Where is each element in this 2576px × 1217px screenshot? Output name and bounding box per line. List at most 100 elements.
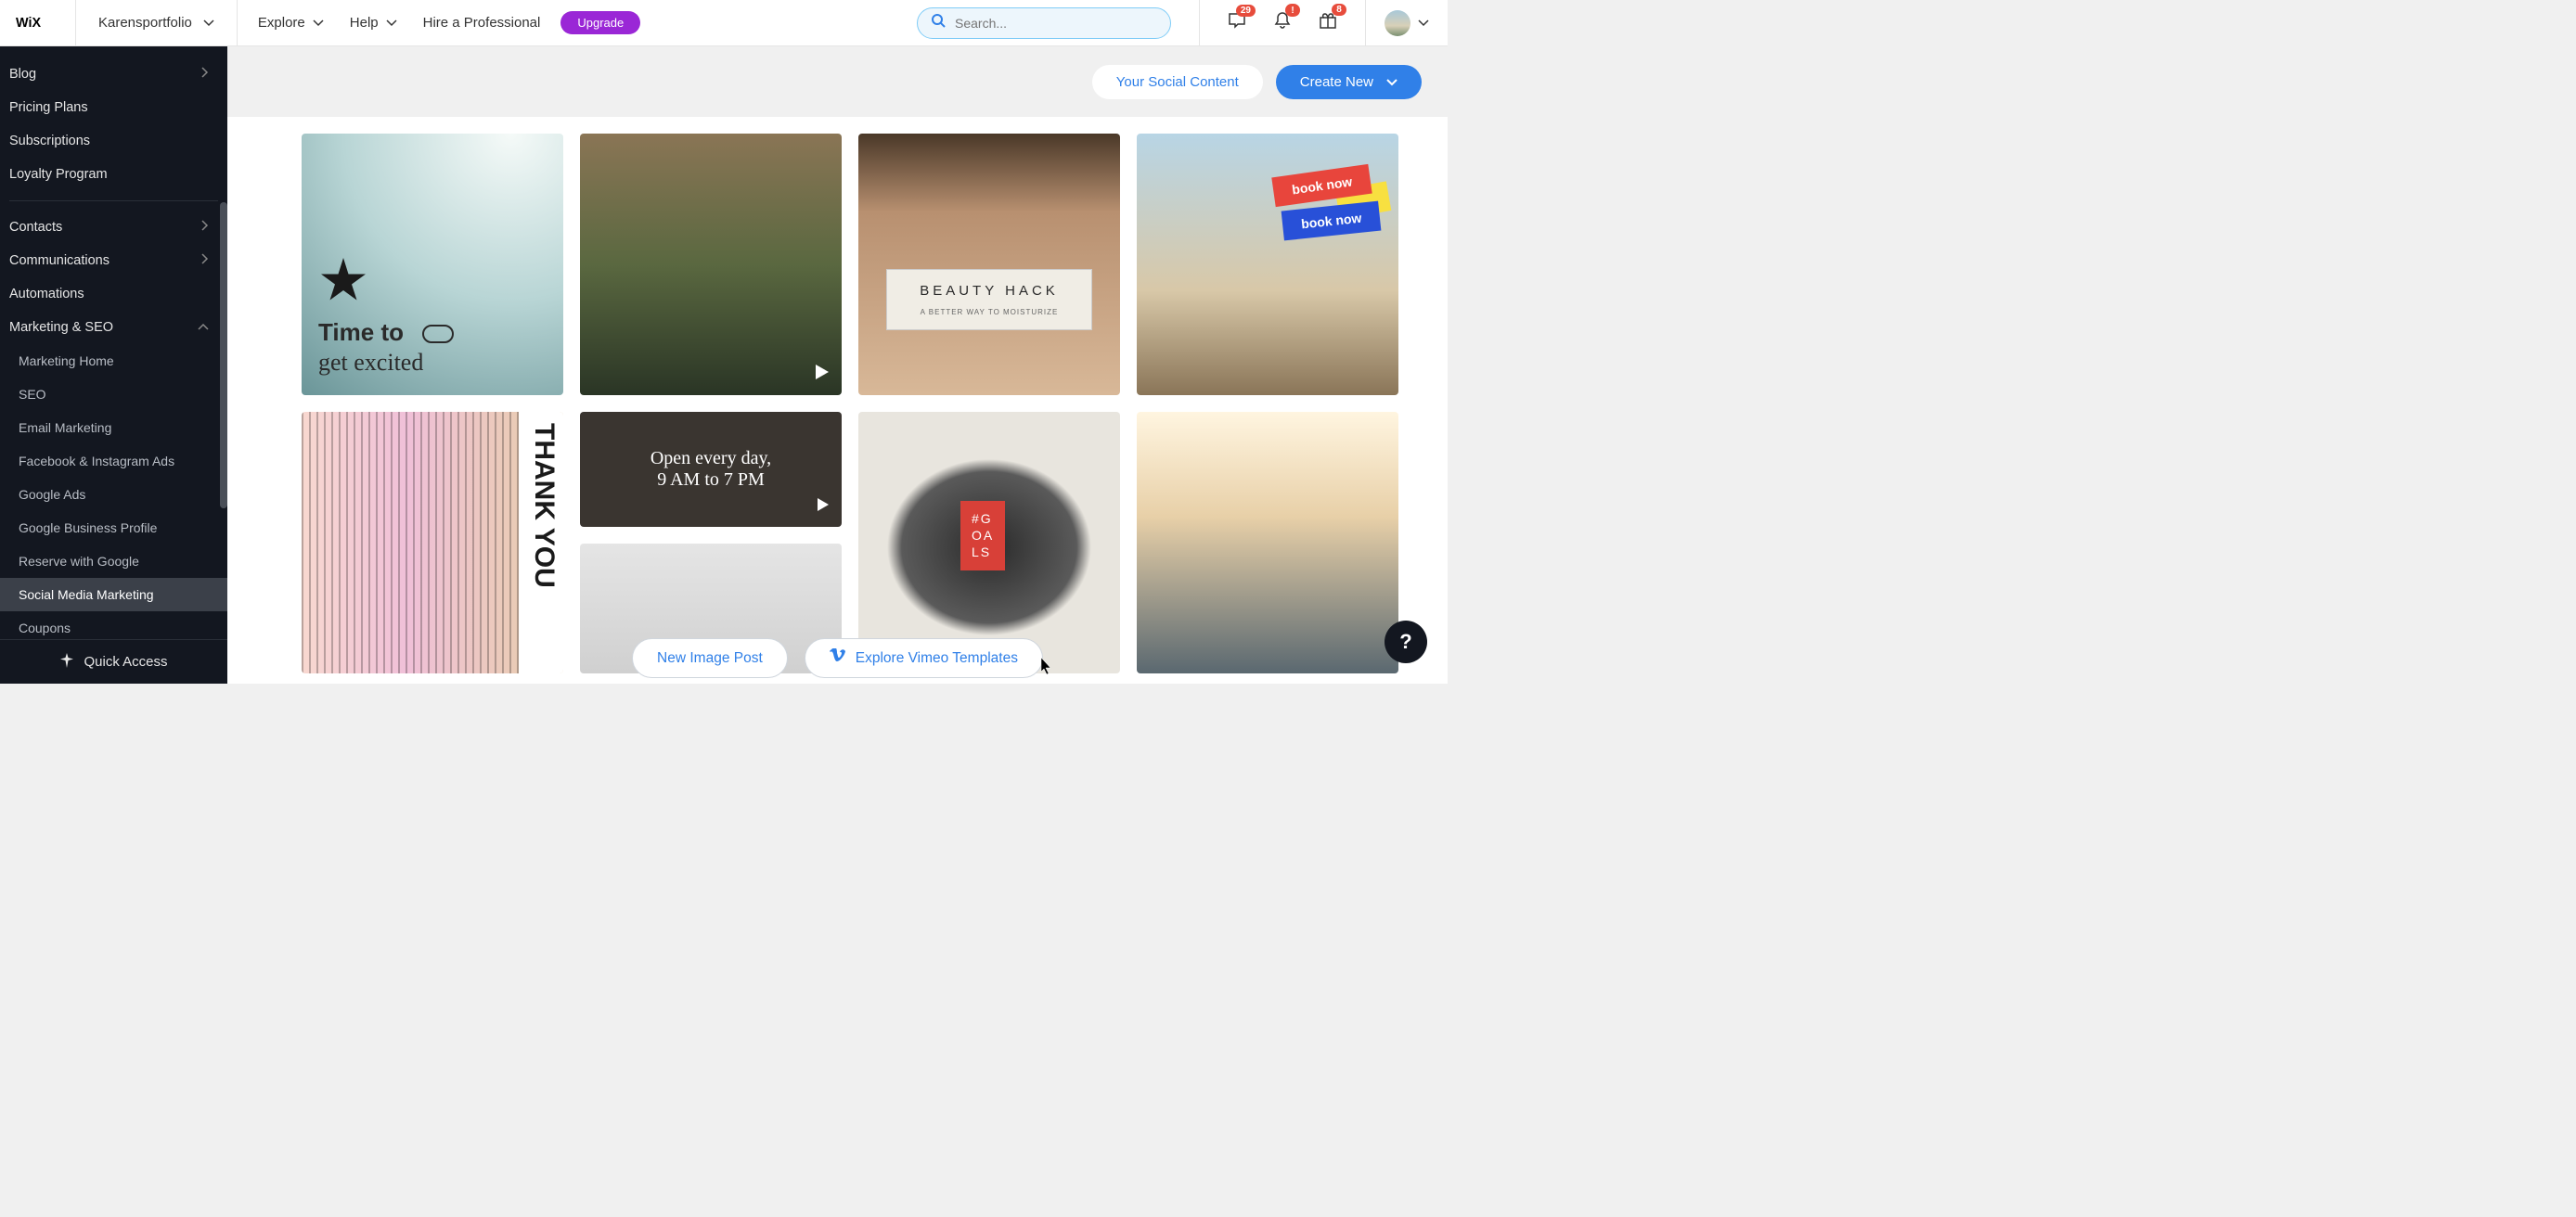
explore-vimeo-button[interactable]: Explore Vimeo Templates	[805, 638, 1043, 678]
sidebar-label: Blog	[9, 67, 36, 82]
top-menu: Explore Help Hire a Professional	[238, 15, 540, 31]
template-tile[interactable]: book now book now	[1137, 134, 1398, 395]
template-tile[interactable]: BEAUTY HACK A BETTER WAY TO MOISTURIZE	[858, 134, 1120, 395]
chevron-right-icon	[201, 253, 209, 268]
sidebar-item-blog[interactable]: Blog	[0, 58, 227, 91]
create-new-label: Create New	[1300, 74, 1373, 90]
bell-icon[interactable]: !	[1274, 11, 1291, 34]
sidebar-label: Loyalty Program	[9, 167, 108, 182]
chevron-right-icon	[201, 220, 209, 235]
chevron-down-icon	[203, 19, 214, 27]
search-input[interactable]	[955, 16, 1157, 31]
sidebar-item-pricing[interactable]: Pricing Plans	[0, 91, 227, 124]
tile-text: Open every day,	[650, 448, 771, 469]
tile-banner: BEAUTY HACK A BETTER WAY TO MOISTURIZE	[886, 269, 1092, 330]
bell-badge: !	[1285, 4, 1300, 17]
sidebar-label: Subscriptions	[9, 134, 90, 148]
template-tile[interactable]	[1137, 412, 1398, 673]
quick-access-label: Quick Access	[84, 654, 167, 670]
account-menu[interactable]	[1366, 10, 1448, 36]
wix-logo[interactable]: WiX	[0, 0, 76, 46]
inbox-icon[interactable]: 29	[1228, 12, 1246, 33]
hire-label: Hire a Professional	[423, 15, 541, 31]
inbox-badge: 29	[1236, 5, 1256, 17]
play-icon	[818, 498, 829, 516]
sidebar-sub-gbp[interactable]: Google Business Profile	[0, 511, 227, 544]
template-grid-area: Time to get excited BEAUTY HACK A BETTER…	[227, 117, 1448, 684]
sidebar-item-contacts[interactable]: Contacts	[0, 211, 227, 244]
site-selector[interactable]: Karensportfolio	[76, 0, 238, 46]
new-image-post-button[interactable]: New Image Post	[632, 638, 788, 678]
sidebar-item-loyalty[interactable]: Loyalty Program	[0, 158, 227, 191]
sidebar-sub-coupons[interactable]: Coupons	[0, 611, 227, 639]
help-label: Help	[350, 15, 379, 31]
arrow-icon	[422, 325, 454, 343]
play-icon	[816, 365, 829, 384]
tile-text: 9 AM to 7 PM	[657, 469, 765, 491]
template-tile[interactable]: THANK YOU	[302, 412, 563, 673]
chevron-down-icon	[1418, 19, 1429, 27]
template-grid: Time to get excited BEAUTY HACK A BETTER…	[302, 134, 1392, 673]
tile-text: THANK YOU	[519, 412, 563, 673]
divider	[9, 200, 218, 201]
avatar	[1385, 10, 1410, 36]
create-new-button[interactable]: Create New	[1276, 65, 1422, 99]
chevron-down-icon	[313, 19, 324, 27]
sidebar-sub-reserve[interactable]: Reserve with Google	[0, 544, 227, 578]
explore-label: Explore	[258, 15, 305, 31]
your-social-content-button[interactable]: Your Social Content	[1092, 65, 1263, 99]
quick-access-button[interactable]: Quick Access	[0, 639, 227, 684]
template-tile[interactable]: #G OA LS	[858, 412, 1120, 673]
main-content: Your Social Content Create New Time to g…	[227, 46, 1448, 684]
template-tile[interactable]: Time to get excited	[302, 134, 563, 395]
top-notifications: 29 ! 8	[1199, 0, 1366, 46]
sidebar-item-marketing-seo[interactable]: Marketing & SEO	[0, 311, 227, 344]
sidebar: Blog Pricing Plans Subscriptions Loyalty…	[0, 46, 227, 684]
template-tile[interactable]	[580, 134, 842, 395]
site-name: Karensportfolio	[98, 15, 192, 31]
sidebar-item-automations[interactable]: Automations	[0, 277, 227, 311]
search-icon	[931, 13, 946, 32]
svg-text:WiX: WiX	[16, 16, 41, 29]
tile-text: Time to	[318, 318, 404, 347]
template-tile-stack: Open every day, 9 AM to 7 PM	[580, 412, 842, 673]
action-bar: Your Social Content Create New	[227, 46, 1448, 117]
upgrade-button[interactable]: Upgrade	[560, 11, 640, 34]
explore-menu[interactable]: Explore	[258, 15, 324, 31]
starburst-icon	[320, 258, 367, 304]
tile-banner-title: BEAUTY HACK	[896, 283, 1082, 299]
search-box[interactable]	[917, 7, 1171, 39]
help-menu[interactable]: Help	[350, 15, 397, 31]
sidebar-sub-marketing-home[interactable]: Marketing Home	[0, 344, 227, 378]
chevron-down-icon	[386, 19, 397, 27]
gift-badge: 8	[1332, 4, 1346, 16]
explore-vimeo-label: Explore Vimeo Templates	[856, 650, 1018, 667]
sidebar-item-subscriptions[interactable]: Subscriptions	[0, 124, 227, 158]
tile-text: #G OA LS	[960, 501, 1005, 570]
sidebar-label: Pricing Plans	[9, 100, 88, 115]
top-bar: WiX Karensportfolio Explore Help Hire a …	[0, 0, 1448, 46]
sidebar-label: Marketing & SEO	[9, 320, 113, 335]
sparkle-icon	[59, 653, 74, 672]
sidebar-sub-social[interactable]: Social Media Marketing	[0, 578, 227, 611]
gift-icon[interactable]: 8	[1319, 11, 1337, 34]
chevron-right-icon	[201, 67, 209, 82]
sidebar-sub-google-ads[interactable]: Google Ads	[0, 478, 227, 511]
help-fab[interactable]: ?	[1385, 621, 1427, 663]
sidebar-item-communications[interactable]: Communications	[0, 244, 227, 277]
scrollbar[interactable]	[220, 202, 227, 508]
sidebar-sub-seo[interactable]: SEO	[0, 378, 227, 411]
sidebar-label: Contacts	[9, 220, 62, 235]
sidebar-label: Communications	[9, 253, 109, 268]
sidebar-sub-email[interactable]: Email Marketing	[0, 411, 227, 444]
hire-professional-link[interactable]: Hire a Professional	[423, 15, 541, 31]
chevron-down-icon	[1386, 74, 1397, 90]
sidebar-sub-fb-ig[interactable]: Facebook & Instagram Ads	[0, 444, 227, 478]
tile-banner-sub: A BETTER WAY TO MOISTURIZE	[896, 308, 1082, 316]
vimeo-icon	[830, 648, 846, 668]
chevron-up-icon	[198, 320, 209, 335]
template-tile[interactable]: Open every day, 9 AM to 7 PM	[580, 412, 842, 527]
bottom-actions: New Image Post Explore Vimeo Templates	[227, 638, 1448, 678]
tile-tag: book now	[1281, 201, 1381, 241]
tile-graphic	[302, 412, 519, 673]
